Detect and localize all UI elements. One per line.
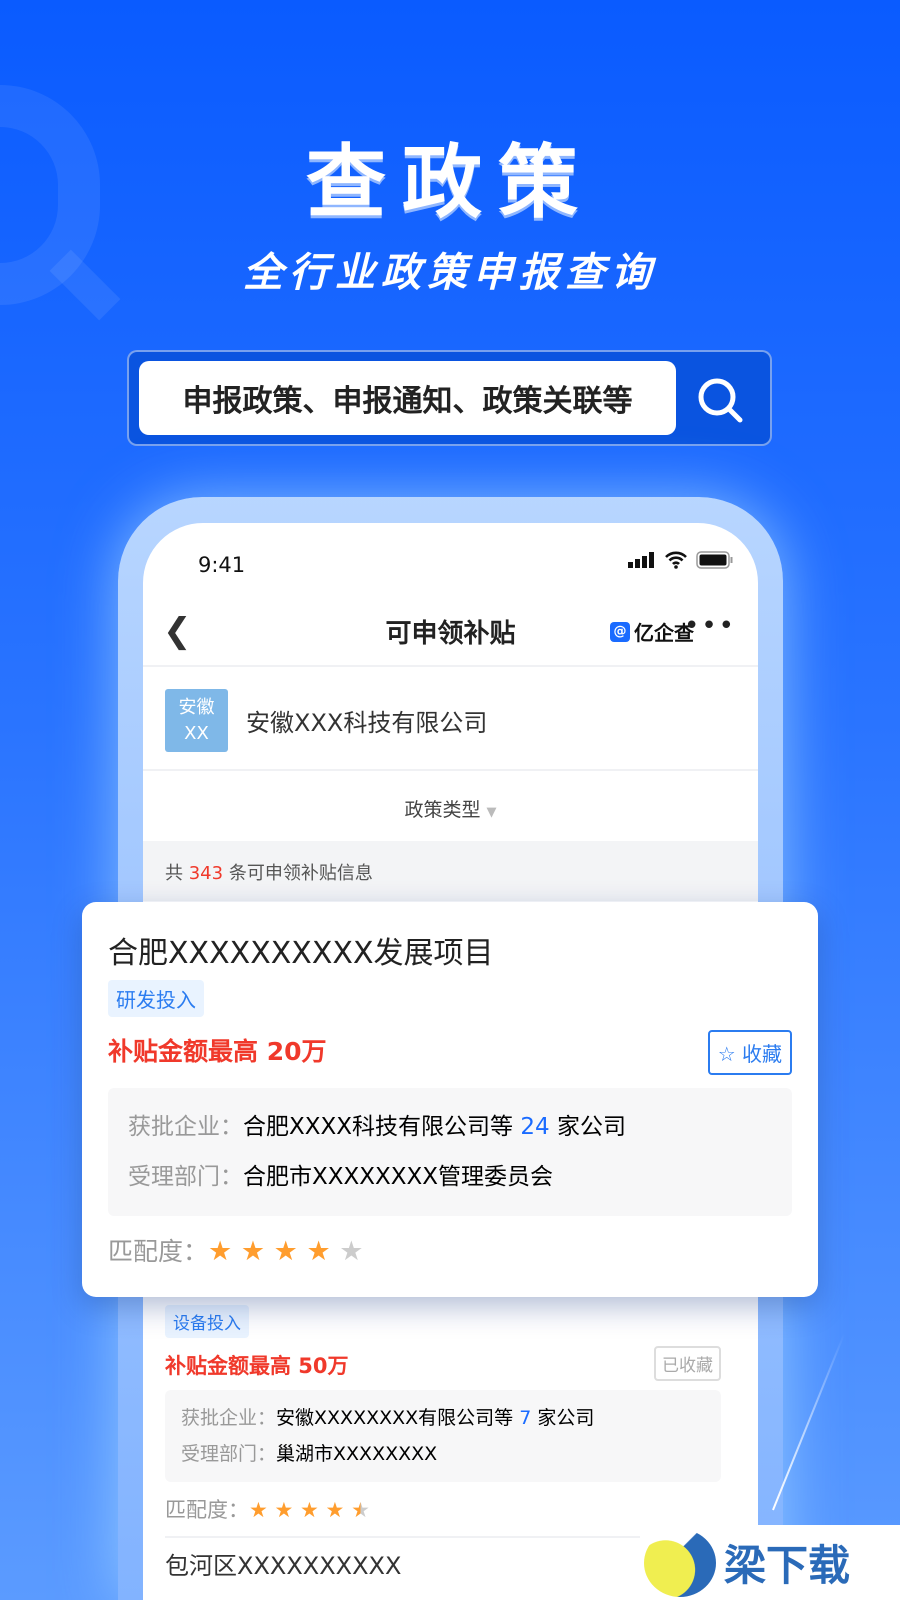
list-item[interactable]: 设备投入 补贴金额最高 50万 已收藏 获批企业：安徽XXXXXXXX有限公司等… (165, 1305, 721, 1581)
count-prefix: 共 (165, 863, 183, 884)
star-icon: ★ (208, 1236, 233, 1267)
brand-at-icon: @ (610, 621, 630, 642)
star-empty-icon: ★ (339, 1236, 364, 1267)
wifi-icon (665, 551, 687, 569)
brand-logo: @ 亿企查 (610, 617, 694, 646)
filter-label: 政策类型 (404, 799, 481, 821)
company-avatar: 安徽 XX (165, 689, 228, 752)
watermark: 梁下载 (640, 1525, 900, 1600)
approved-label: 获批企业： (128, 1114, 243, 1140)
star-icon: ★ (306, 1236, 331, 1267)
match-label: 匹配度： (108, 1237, 209, 1266)
item-amount: 补贴金额最高 50万 (165, 1354, 349, 1378)
card-info: 获批企业：合肥XXXX科技有限公司等 24 家公司 受理部门：合肥市XXXXXX… (108, 1088, 792, 1216)
status-icons (628, 551, 734, 569)
count-value: 343 (188, 863, 224, 884)
approved-label: 获批企业： (181, 1407, 277, 1429)
company-row[interactable]: 安徽 XX 安徽XXX科技有限公司 (143, 669, 758, 771)
star-outline-icon: ☆ (717, 1042, 736, 1066)
match-rating: 匹配度：★ ★ ★ ★ ★ (165, 1494, 721, 1524)
status-time: 9:41 (198, 553, 246, 577)
count-suffix: 条可申领补贴信息 (228, 863, 373, 884)
caret-down-icon: ▼ (486, 805, 497, 820)
featured-policy-card[interactable]: 合肥XXXXXXXXXX发展项目 研发投入 补贴金额最高 20万 ☆ 收藏 获批… (82, 902, 818, 1297)
search-bar: 申报政策、申报通知、政策关联等 (127, 350, 772, 446)
more-icon[interactable]: ••• (684, 611, 736, 641)
watermark-text: 梁下载 (724, 1541, 851, 1590)
star-icon: ★ (240, 1236, 266, 1267)
hero-title: 查政策 (306, 136, 594, 229)
item-title: 包河区XXXXXXXXXX (165, 1536, 721, 1581)
item-info: 获批企业：安徽XXXXXXXX有限公司等 7 家公司 受理部门：巢湖市XXXXX… (165, 1390, 721, 1482)
dept-value: 合肥市XXXXXXXX管理委员会 (243, 1164, 554, 1190)
approved-companies: 安徽XXXXXXXX有限公司等 (276, 1407, 514, 1429)
approved-suffix: 家公司 (537, 1407, 595, 1429)
search-icon[interactable] (694, 374, 746, 426)
signal-icon (628, 552, 654, 568)
card-amount: 补贴金额最高 20万 (108, 1037, 327, 1066)
star-icon: ★ (300, 1498, 319, 1522)
approved-count[interactable]: 24 (520, 1114, 549, 1140)
dept-label: 受理部门： (181, 1443, 277, 1465)
dept-label: 受理部门： (128, 1164, 243, 1190)
watermark-logo (644, 1528, 716, 1597)
star-icon: ★ (325, 1498, 345, 1522)
search-input[interactable]: 申报政策、申报通知、政策关联等 (139, 361, 676, 435)
saved-button[interactable]: 已收藏 (654, 1346, 721, 1381)
match-label: 匹配度： (165, 1498, 249, 1522)
approved-companies: 合肥XXXX科技有限公司等 (243, 1114, 514, 1140)
dept-value: 巢湖市XXXXXXXX (276, 1443, 438, 1465)
star-icon: ★ (274, 1498, 294, 1522)
half-star-icon: ★ (351, 1498, 370, 1522)
result-count: 共 343 条可申领补贴信息 (143, 841, 758, 901)
nav-bar: ❮ 可申领补贴 @ 亿企查 ••• (143, 593, 758, 667)
avatar-line1: 安徽 (178, 697, 215, 718)
save-label: 收藏 (742, 1042, 782, 1066)
avatar-line2: XX (184, 723, 209, 744)
decor-light-streak (772, 1333, 846, 1511)
approved-count[interactable]: 7 (519, 1407, 531, 1429)
card-tag: 研发投入 (108, 980, 204, 1017)
item-tag: 设备投入 (165, 1305, 249, 1338)
policy-type-filter[interactable]: 政策类型 ▼ (143, 773, 758, 841)
card-title: 合肥XXXXXXXXXX发展项目 (108, 936, 494, 971)
hero-subtitle: 全行业政策申报查询 (243, 250, 657, 296)
star-icon: ★ (273, 1236, 298, 1267)
battery-icon (696, 551, 733, 569)
star-icon: ★ (249, 1498, 268, 1522)
match-rating: 匹配度：★ ★ ★ ★ ★ (108, 1232, 363, 1268)
approved-suffix: 家公司 (556, 1114, 626, 1140)
save-button[interactable]: ☆ 收藏 (707, 1030, 792, 1075)
company-name: 安徽XXX科技有限公司 (246, 709, 488, 737)
